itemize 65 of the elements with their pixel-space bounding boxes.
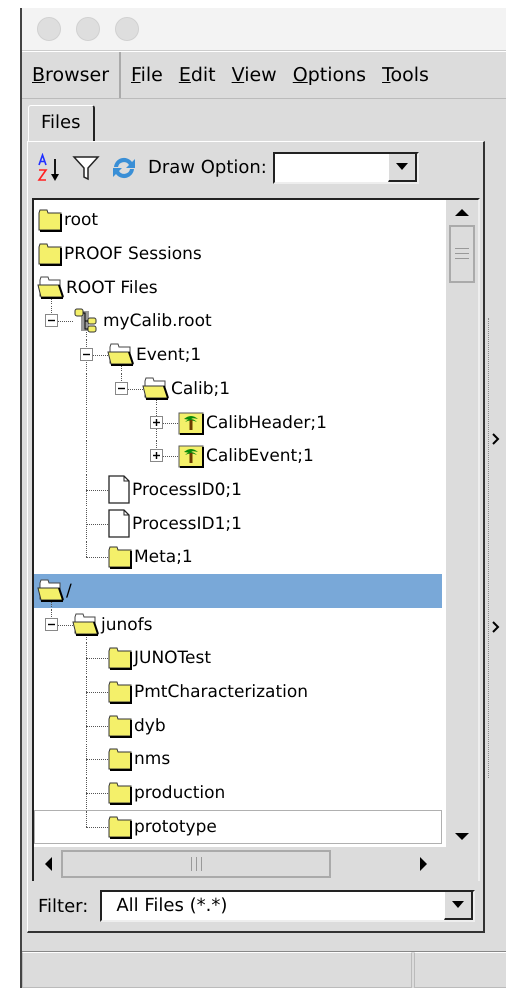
collapse-icon[interactable]: [115, 382, 128, 395]
scroll-thumb[interactable]: [449, 224, 475, 283]
scroll-down-icon[interactable]: [455, 832, 469, 842]
open-folder-icon: [72, 612, 100, 637]
tree-item[interactable]: junofs: [34, 608, 442, 642]
menu-item[interactable]: Options: [284, 64, 374, 86]
folder-icon: [107, 714, 133, 738]
chevron-right-icon[interactable]: [492, 433, 500, 445]
filter-icon[interactable]: [72, 154, 100, 182]
collapse-icon[interactable]: [45, 314, 58, 328]
tree-item[interactable]: production: [34, 776, 442, 810]
tree-item[interactable]: JUNOTest: [34, 641, 442, 676]
tree-item[interactable]: ROOT Files: [34, 270, 442, 305]
tree-item[interactable]: ProcessID1;1: [34, 506, 442, 540]
tree-item[interactable]: ProcessID0;1: [34, 473, 442, 507]
tree-item[interactable]: root: [34, 204, 442, 238]
sort-icon[interactable]: [36, 152, 62, 183]
tree-item[interactable]: Event;1: [34, 338, 442, 372]
tree-item[interactable]: /: [34, 574, 442, 608]
folder-icon: [107, 814, 133, 839]
open-folder-icon: [37, 276, 65, 300]
expand-icon[interactable]: [150, 449, 163, 462]
open-folder-icon: [37, 578, 65, 603]
draw-option-dropdown[interactable]: [272, 152, 419, 184]
tree-item[interactable]: myCalib.root: [34, 304, 442, 338]
folder-icon: [107, 781, 133, 806]
folder-icon: [107, 646, 133, 670]
tree-leaf-icon: [177, 410, 205, 436]
folder-icon: [107, 747, 133, 772]
caret-icon: [452, 901, 464, 910]
menu-item[interactable]: Edit: [170, 64, 224, 86]
draw-option-label: Draw Option:: [148, 157, 267, 178]
tree-item[interactable]: Calib;1: [34, 372, 442, 406]
scroll-right-icon[interactable]: [419, 857, 428, 872]
menu-item[interactable]: View: [224, 64, 285, 86]
folder-icon: [107, 680, 133, 704]
open-folder-icon: [107, 343, 135, 368]
caret-icon: [396, 162, 408, 171]
scroll-thumb[interactable]: [61, 850, 331, 878]
menu-item[interactable]: File: [123, 64, 171, 86]
collapse-icon[interactable]: [80, 348, 93, 362]
document-icon: [107, 508, 131, 539]
filter-dropdown[interactable]: All Files (*.*): [100, 890, 475, 922]
menu-item[interactable]: Tools: [374, 64, 437, 86]
collapse-icon[interactable]: [45, 618, 58, 631]
tree-item[interactable]: prototype: [34, 810, 442, 844]
folder-icon: [107, 545, 133, 570]
tree-item[interactable]: CalibEvent;1: [34, 439, 442, 474]
tree-item[interactable]: PmtCharacterization: [34, 675, 442, 709]
open-folder-icon: [142, 376, 170, 401]
folder-icon: [37, 242, 63, 266]
filter-label: Filter:: [38, 896, 88, 917]
expand-icon[interactable]: [150, 416, 163, 429]
tree-leaf-icon: [177, 443, 205, 470]
tree-item[interactable]: nms: [34, 742, 442, 776]
scroll-left-icon[interactable]: [44, 857, 53, 872]
tree-item[interactable]: Meta;1: [34, 540, 442, 574]
tree-item[interactable]: CalibHeader;1: [34, 406, 442, 440]
tree-item[interactable]: dyb: [34, 708, 442, 743]
folder-icon: [37, 208, 63, 232]
scroll-up-icon[interactable]: [455, 208, 469, 217]
document-icon: [107, 474, 131, 505]
tab[interactable]: Files: [28, 105, 94, 141]
tree-item[interactable]: PROOF Sessions: [34, 237, 442, 271]
chevron-right-icon[interactable]: [492, 621, 500, 633]
